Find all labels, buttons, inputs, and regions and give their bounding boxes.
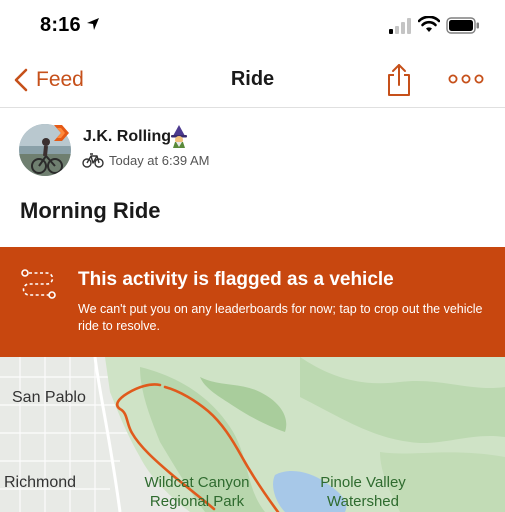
- bike-icon: [82, 153, 104, 168]
- map-label-richmond: Richmond: [4, 474, 77, 491]
- route-map[interactable]: San Pablo Richmond Wildcat Canyon Region…: [0, 357, 505, 512]
- nav-bar: Feed Ride: [0, 54, 505, 108]
- map-label-san-pablo: San Pablo: [12, 389, 86, 406]
- wifi-icon: [418, 16, 440, 32]
- wizard-emoji-icon: [171, 125, 187, 148]
- flag-title: This activity is flagged as a vehicle: [78, 269, 394, 290]
- vehicle-flag-banner[interactable]: This activity is flagged as a vehicle We…: [0, 247, 505, 357]
- cellular-signal-icon: [389, 18, 411, 34]
- share-icon[interactable]: [384, 63, 414, 97]
- activity-meta: Today at 6:39 AM: [82, 152, 209, 168]
- more-options-icon[interactable]: [448, 72, 484, 86]
- map-label-pinole: Pinole Valley Watershed: [314, 473, 412, 511]
- status-time: 8:16: [40, 14, 81, 36]
- page-title: Ride: [230, 68, 275, 90]
- athlete-name[interactable]: J.K. Rolling: [83, 128, 171, 146]
- map-label-pinole-text: Pinole Valley Watershed: [320, 474, 406, 510]
- map-label-wildcat: Wildcat Canyon Regional Park: [138, 473, 256, 511]
- battery-icon: [446, 17, 479, 34]
- status-bar: 8:16: [0, 0, 505, 54]
- flag-description: We can't put you on any leaderboards for…: [78, 302, 483, 333]
- activity-time: Today at 6:39 AM: [109, 152, 210, 168]
- subscriber-badge-icon: [54, 125, 69, 141]
- activity-title: Morning Ride: [20, 198, 161, 223]
- route-crop-icon: [21, 269, 56, 299]
- map-label-wildcat-text: Wildcat Canyon Regional Park: [144, 474, 250, 510]
- location-arrow-icon: [87, 18, 99, 30]
